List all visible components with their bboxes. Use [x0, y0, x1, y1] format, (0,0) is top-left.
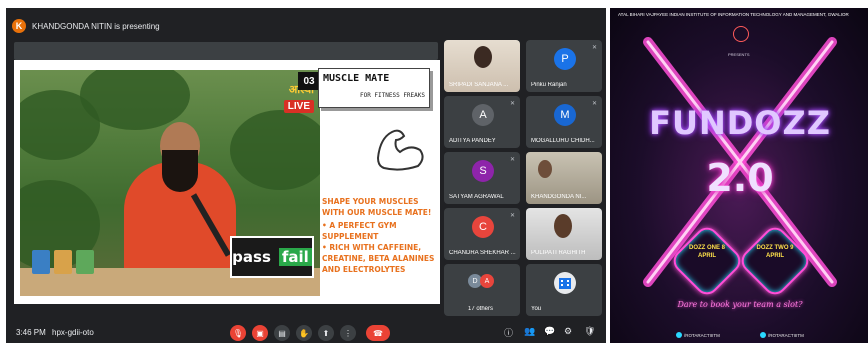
presentation-header-strip	[14, 42, 438, 60]
participant-name: SRIPADI SANJANA ...	[449, 82, 509, 88]
meeting-control-bar: 3:46 PM hpx-gdii-oto 🎙 ▣ ▤ ✋ ⬆ ⋮ ☎ ⓘ 👥 💬…	[6, 322, 606, 343]
event-poster: ATAL BIHARI VAJPAYEE INDIAN INSTITUTE OF…	[610, 8, 868, 343]
info-icon[interactable]: ⓘ	[504, 326, 513, 339]
participant-name: You	[531, 306, 542, 312]
facebook-icon	[760, 332, 766, 338]
participant-tile[interactable]: S ✕ SATYAM AGRAWAL	[444, 152, 520, 204]
participant-name: MOGALLURU CHIDH...	[531, 138, 595, 144]
social-handle-text: /ROTARACTIIITM	[684, 332, 720, 338]
phone-hangup-icon: ☎	[373, 328, 383, 338]
more-vert-icon: ⋮	[344, 328, 352, 338]
participant-tile[interactable]: SRIPADI SANJANA ...	[444, 40, 520, 92]
event-badge-two-text: DOZZ TWO 9 APRIL	[756, 245, 794, 259]
presented-slide: आस्था LIVE pass fail 03 MUSCLE MATE FOR …	[14, 60, 440, 304]
participant-name: Pinku Ranjan	[531, 82, 567, 88]
pass-fail-logo: pass fail	[230, 236, 314, 278]
poster-title: FUNDOZZ	[649, 104, 831, 142]
participant-name: 17 others	[468, 306, 494, 312]
captions-icon: ▤	[278, 328, 286, 338]
participant-tile[interactable]: PULIPATI RAGHITH	[526, 208, 602, 260]
product-box	[76, 250, 94, 274]
presenter-avatar: K	[12, 19, 26, 33]
product-box	[54, 250, 72, 274]
slide-title-box: MUSCLE MATE FOR FITNESS FREAKS	[318, 68, 430, 108]
slide-title: MUSCLE MATE	[323, 73, 390, 84]
product-box	[32, 250, 50, 274]
presenter-bar: K KHANDGONDA NITIN is presenting	[12, 16, 160, 36]
poster-institute-name: ATAL BIHARI VAJPAYEE INDIAN INSTITUTE OF…	[618, 12, 849, 17]
mic-off-icon: ✕	[509, 157, 515, 163]
mic-off-icon: 🎙	[232, 328, 244, 338]
building-icon	[559, 278, 571, 289]
participant-tile[interactable]: A ✕ ADITYA PANDEY	[444, 96, 520, 148]
raise-hand-button[interactable]: ✋	[296, 325, 312, 341]
meeting-window: K KHANDGONDA NITIN is presenting आस्था L…	[6, 8, 606, 343]
slide-body: SHAPE YOUR MUSCLES WITH OUR MUSCLE MATE!…	[322, 196, 438, 275]
slide-headline: SHAPE YOUR MUSCLES WITH OUR MUSCLE MATE!	[322, 197, 432, 217]
participant-avatar: A	[472, 104, 494, 126]
slide-bullet: RICH WITH CAFFEINE, CREATINE, BETA ALANI…	[322, 242, 438, 275]
slide-bullets: A PERFECT GYM SUPPLEMENT RICH WITH CAFFE…	[322, 220, 438, 275]
participant-name: PULIPATI RAGHITH	[531, 250, 586, 256]
social-handle: /ROTARACTIIITM	[676, 332, 720, 338]
participant-tile[interactable]: P ✕ Pinku Ranjan	[526, 40, 602, 92]
end-call-button[interactable]: ☎	[366, 325, 390, 341]
participant-face	[538, 160, 552, 178]
mic-off-icon: ✕	[509, 213, 515, 219]
host-controls-icon[interactable]: 🛡	[584, 326, 595, 337]
slide-number: 03	[298, 72, 320, 90]
self-tile[interactable]: You	[526, 264, 602, 316]
poster-version: 2.0	[706, 156, 774, 200]
slide-subtitle: FOR FITNESS FREAKS	[359, 92, 425, 99]
self-avatar	[554, 272, 576, 294]
present-button[interactable]: ⬆	[318, 325, 334, 341]
mic-off-icon: ✕	[509, 101, 515, 107]
camera-off-button[interactable]: ▣	[252, 325, 268, 341]
participant-name: KHANDGONDA NI...	[531, 194, 587, 200]
pass-text: pass	[232, 248, 271, 266]
fail-text: fail	[278, 248, 312, 266]
poster-tagline: Dare to book your team a slot?	[677, 300, 803, 309]
participant-tile-others[interactable]: D A 17 others	[444, 264, 520, 316]
mic-off-icon: ✕	[591, 101, 597, 107]
foliage	[230, 110, 320, 190]
social-handle-text: /ROTARACTIIITM	[768, 332, 804, 338]
participant-face	[474, 46, 492, 68]
slide-bullet: A PERFECT GYM SUPPLEMENT	[322, 220, 438, 242]
participant-name: SATYAM AGRAWAL	[449, 194, 504, 200]
social-handle: /ROTARACTIIITM	[760, 332, 804, 338]
participant-face	[554, 214, 572, 238]
participant-tile[interactable]: C ✕ CHANDRA SHEKHAR ...	[444, 208, 520, 260]
instagram-icon	[676, 332, 682, 338]
participant-tile[interactable]: KHANDGONDA NI...	[526, 152, 602, 204]
event-badge-one-text: DOZZ ONE 8 APRIL	[688, 245, 725, 259]
participant-avatar: A	[480, 274, 494, 288]
activities-icon[interactable]: ⚙	[564, 326, 572, 337]
people-icon[interactable]: 👥	[524, 326, 535, 337]
mic-off-button[interactable]: 🎙	[230, 325, 246, 341]
participant-avatar: C	[472, 216, 494, 238]
flexed-arm-icon	[376, 129, 424, 171]
participant-name: CHANDRA SHEKHAR ...	[449, 250, 516, 256]
camera-off-icon: ▣	[256, 328, 264, 338]
chat-icon[interactable]: 💬	[544, 326, 555, 337]
presenter-label: KHANDGONDA NITIN is presenting	[32, 21, 160, 31]
participant-avatar: S	[472, 160, 494, 182]
captions-button[interactable]: ▤	[274, 325, 290, 341]
present-icon: ⬆	[322, 328, 330, 338]
participant-avatar: P	[554, 48, 576, 70]
mic-off-icon: ✕	[591, 45, 597, 51]
participant-tile[interactable]: M ✕ MOGALLURU CHIDH...	[526, 96, 602, 148]
more-options-button[interactable]: ⋮	[340, 325, 356, 341]
speaker-beard	[162, 150, 198, 192]
meeting-code: hpx-gdii-oto	[52, 328, 94, 337]
participant-avatar: M	[554, 104, 576, 126]
hand-icon: ✋	[299, 328, 309, 338]
meeting-time: 3:46 PM	[16, 328, 46, 337]
live-badge: LIVE	[283, 100, 314, 113]
participant-name: ADITYA PANDEY	[449, 138, 496, 144]
